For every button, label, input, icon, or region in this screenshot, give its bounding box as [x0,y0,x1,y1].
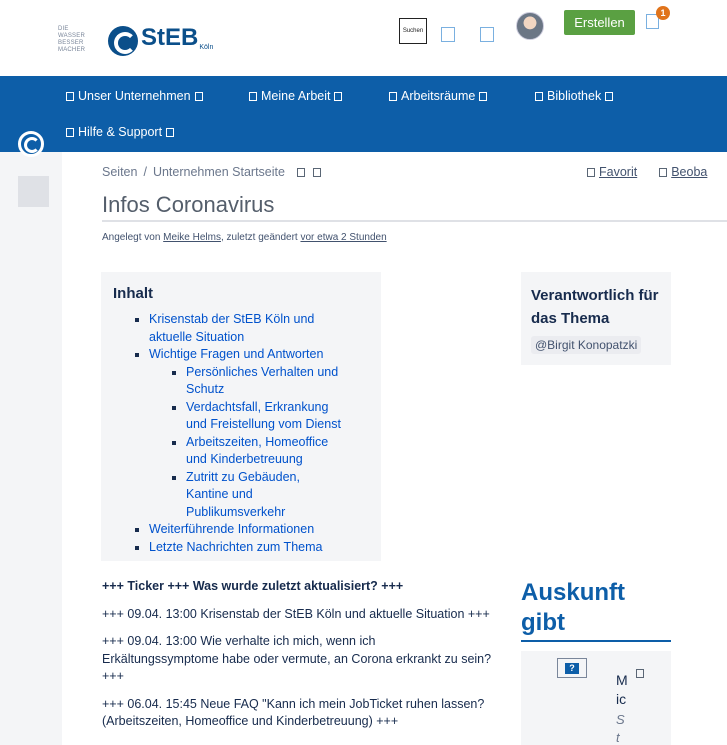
search-button[interactable]: Suchen [399,18,427,44]
table-of-contents: Inhalt Krisenstab der StEB Köln und aktu… [101,272,381,561]
nav-unser-unternehmen[interactable]: Unser Unternehmen [62,89,207,103]
responsible-heading: Verantwortlich für das Thema [531,287,659,327]
toc-subitem[interactable]: Verdachtsfall, Erkrankung und Freistellu… [149,399,345,434]
bullet-icon [135,528,139,532]
user-avatar[interactable] [516,12,544,40]
breadcrumb-parent[interactable]: Unternehmen Startseite [153,165,285,179]
toc-heading: Inhalt [113,285,153,302]
nav-label: Meine Arbeit [261,89,331,103]
chevron-down-icon [166,127,175,137]
square-placeholder-icon [249,91,257,101]
toc-subitem[interactable]: Zutritt zu Gebäuden, Kantine und Publiku… [149,469,345,522]
toc-link[interactable]: Arbeitszeiten, Homeoffice und Kinderbetr… [186,435,328,467]
page-byline: Angelegt von Meike Helms, zuletzt geände… [102,232,387,243]
nav-label: Unser Unternehmen [78,89,191,103]
nav-label: Bibliothek [547,89,602,103]
page-actions: Favorit Beoba [583,165,707,179]
bullet-icon [172,475,176,480]
bullet-icon [172,405,176,410]
ticker-heading: +++ Ticker +++ Was wurde zuletzt aktuali… [102,579,404,593]
lock-icon[interactable] [296,167,305,177]
ticker-entry: +++ 06.04. 15:45 Neue FAQ "Kann ich mein… [102,696,485,729]
left-sidebar [0,152,62,745]
toc-link[interactable]: Letzte Nachrichten zum Thema [149,540,322,554]
status-icon[interactable] [312,167,321,177]
breadcrumb: Seiten / Unternehmen Startseite [102,165,325,179]
watch-button[interactable]: Beoba [671,165,707,179]
bullet-icon [135,545,139,550]
breadcrumb-root[interactable]: Seiten [102,165,137,179]
nav-label: Hilfe & Support [78,125,163,139]
author-link[interactable]: Meike Helms [163,232,221,243]
contact-role: S t [616,712,625,745]
toc-item[interactable]: Weiterführende Informationen [113,521,369,539]
help-icon[interactable] [441,27,455,42]
toc-link[interactable]: Wichtige Fragen und Antworten [149,347,323,361]
toc-link[interactable]: Zutritt zu Gebäuden, Kantine und Publiku… [186,470,300,519]
title-divider [102,220,727,222]
brand-name: StEB [141,24,199,51]
square-placeholder-icon [66,127,74,137]
bullet-icon [172,370,176,375]
page-title: Infos Coronavirus [102,192,275,217]
bullet-icon [135,353,139,357]
top-header: DIE WASSER BESSER MACHER StEB Köln Suche… [0,0,727,76]
main-navigation: Unser Unternehmen Meine Arbeit Arbeitsrä… [0,76,727,152]
user-mention[interactable]: @Birgit Konopatzki [531,336,642,354]
byline-prefix: Angelegt von [102,232,161,243]
brand-tagline: DIE WASSER BESSER MACHER [58,26,86,53]
star-icon [587,167,595,177]
ticker-entry: +++ 09.04. 13:00 Krisenstab der StEB Köl… [102,606,490,621]
chevron-down-icon [479,91,488,101]
nav-label: Arbeitsräume [401,89,476,103]
toc-link[interactable]: Weiterführende Informationen [149,522,314,536]
toc-item[interactable]: Letzte Nachrichten zum Thema [113,539,369,557]
toc-link[interactable]: Krisenstab der StEB Köln und aktuelle Si… [149,312,314,344]
bullet-icon [172,440,176,445]
steb-logo[interactable]: StEB Köln [108,24,213,56]
favorite-button[interactable]: Favorit [599,165,637,179]
contact-card: ? M ic S t [521,651,671,745]
toc-link[interactable]: Verdachtsfall, Erkrankung und Freistellu… [186,400,341,432]
square-placeholder-icon [636,669,644,678]
space-logo-icon[interactable] [18,131,44,157]
toc-link[interactable]: Persönliches Verhalten und Schutz [186,365,338,397]
settings-icon[interactable] [480,27,494,42]
broken-image-icon: ? [565,662,579,674]
create-button[interactable]: Erstellen [564,10,635,35]
nav-meine-arbeit[interactable]: Meine Arbeit [245,89,346,103]
toc-item[interactable]: Wichtige Fragen und Antworten Persönlich… [113,346,369,521]
responsible-panel: Verantwortlich für das Thema @Birgit Kon… [521,272,671,365]
chevron-down-icon [194,91,203,101]
notification-badge: 1 [656,6,670,20]
chevron-down-icon [605,91,614,101]
news-ticker: +++ Ticker +++ Was wurde zuletzt aktuali… [102,578,492,741]
toc-item[interactable]: Krisenstab der StEB Köln und aktuelle Si… [113,311,343,346]
square-placeholder-icon [535,91,543,101]
steb-logo-icon [108,26,138,56]
bullet-icon [135,318,139,322]
eye-icon [659,167,668,177]
sidebar-shortcut[interactable] [18,176,49,207]
byline-mid: , zuletzt geändert [220,232,298,243]
contact-heading: Auskunft gibt [521,579,625,636]
brand-city: Köln [199,44,214,51]
nav-hilfe-support[interactable]: Hilfe & Support [62,125,178,139]
contact-name: M ic [616,672,628,707]
nav-bibliothek[interactable]: Bibliothek [531,89,617,103]
square-placeholder-icon [389,91,397,101]
contact-photo: ? [557,658,587,678]
breadcrumb-separator: / [143,165,147,179]
chevron-down-icon [334,91,343,101]
modified-link[interactable]: vor etwa 2 Stunden [300,232,386,243]
nav-arbeitsraeume[interactable]: Arbeitsräume [385,89,491,103]
ticker-entry: +++ 09.04. 13:00 Wie verhalte ich mich, … [102,634,492,683]
square-placeholder-icon [66,91,74,101]
toc-subitem[interactable]: Persönliches Verhalten und Schutz [149,364,345,399]
toc-subitem[interactable]: Arbeitszeiten, Homeoffice und Kinderbetr… [149,434,345,469]
contact-divider [521,640,671,642]
